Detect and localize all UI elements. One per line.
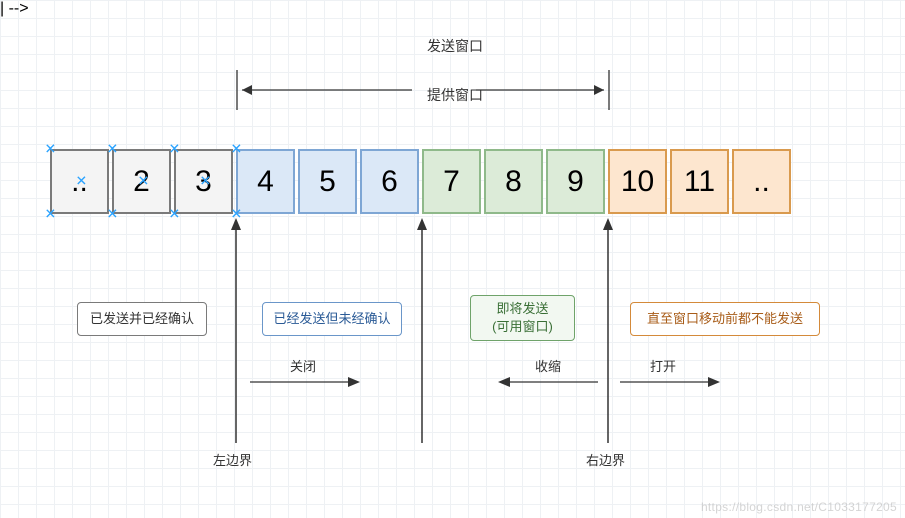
selection-handle: ✕ (45, 144, 56, 155)
selection-handle: ✕ (169, 209, 180, 220)
selection-handle: ✕ (107, 209, 118, 220)
legend-sent-unacked: 已经发送但未经确认 (262, 302, 402, 336)
cell-10: 10 (608, 149, 667, 214)
legend-cannot-send: 直至窗口移动前都不能发送 (630, 302, 820, 336)
legend-usable-l2: (可用窗口) (481, 318, 564, 336)
label-right-boundary: 右边界 (586, 450, 625, 469)
label-close: 关闭 (290, 356, 316, 375)
label-send-window: 发送窗口 (415, 36, 495, 56)
selection-handle: ✕ (169, 144, 180, 155)
cell-7: 7 (422, 149, 481, 214)
selection-handle: ✕ (231, 144, 242, 155)
watermark: https://blog.csdn.net/C1033177205 (701, 500, 897, 514)
cell-11: 11 (670, 149, 729, 214)
legend-usable-window: 即将发送 (可用窗口) (470, 295, 575, 341)
label-shrink: 收缩 (535, 356, 561, 375)
arrow-offered-window (236, 70, 610, 120)
cell-8: 8 (484, 149, 543, 214)
selection-handle: ✕ (200, 176, 211, 187)
brace-send-window (236, 55, 610, 65)
cell-4: 4 (236, 149, 295, 214)
selection-handle: ✕ (138, 176, 149, 187)
label-open: 打开 (650, 356, 676, 375)
arrow-left-boundary (230, 218, 242, 443)
arrow-mid-divider (416, 218, 428, 443)
selection-handle: ✕ (76, 176, 87, 187)
cell-5: 5 (298, 149, 357, 214)
label-left-boundary: 左边界 (213, 450, 252, 469)
cell-right-ellipsis: .. (732, 149, 791, 214)
legend-usable-l1: 即将发送 (481, 300, 564, 318)
arrow-right-boundary (602, 218, 614, 443)
cell-9: 9 (546, 149, 605, 214)
cell-6: 6 (360, 149, 419, 214)
selection-handle: ✕ (107, 144, 118, 155)
cells-row: .. 2 3 4 5 6 7 8 9 10 11 .. (50, 149, 791, 214)
legend-acked: 已发送并已经确认 (77, 302, 207, 336)
selection-handle: ✕ (45, 209, 56, 220)
